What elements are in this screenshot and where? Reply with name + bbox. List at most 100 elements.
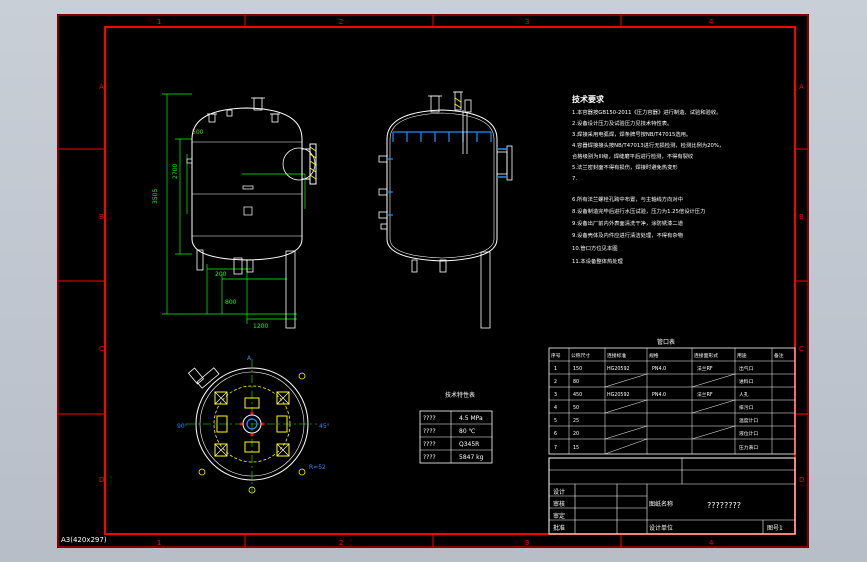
nozzle-table-diagonals <box>604 373 736 455</box>
nozzle-header-standard: 连接标准 <box>607 352 626 359</box>
nozzle-row2-no: 2 <box>554 379 557 385</box>
spec-value-temperature: 80 ℃ <box>459 428 476 435</box>
section-view[interactable] <box>378 91 513 329</box>
dim-shell-height: 2700 <box>172 164 179 179</box>
spec-label-temperature: ???? <box>423 428 436 435</box>
title-check-label: 图纸名称 <box>649 500 673 508</box>
dim-bottom-b: 800 <box>225 299 237 306</box>
nozzle-header-no: 序号 <box>551 352 561 359</box>
nozzle-row4-use: 排污口 <box>739 404 754 411</box>
nozzle-header-size: 公称尺寸 <box>571 352 590 359</box>
note-line-10: 9.设备出厂前内外表面清洗干净，涂防锈漆二道 <box>572 219 684 227</box>
front-manhole[interactable] <box>282 143 317 185</box>
plan-centerlines <box>187 359 317 492</box>
title-block-grid <box>549 458 795 534</box>
note-line-9: 8.设备制造完毕后进行水压试验，压力为1.25倍设计压力 <box>572 207 705 215</box>
nozzle-header-face: 连接面形式 <box>694 352 718 359</box>
col-label-4: 4 <box>709 18 714 26</box>
row-label-d: D <box>99 476 104 484</box>
dim-lower: 200 <box>215 271 227 278</box>
title-role-approve: 审定 <box>553 512 565 520</box>
spec-table-title: 技术特性表 <box>445 391 475 399</box>
nozzle-header-use: 用途 <box>737 352 747 359</box>
nozzle-row7-no: 7 <box>554 445 557 451</box>
plan-nozzle-tag: A <box>247 355 252 362</box>
nozzle-row3-use: 人孔 <box>739 391 749 398</box>
nozzle-row2-size: 80 <box>573 379 579 385</box>
title-role-sign: 批准 <box>553 524 565 532</box>
section-top-hatch <box>454 97 462 109</box>
note-line-7: 7. <box>572 176 577 182</box>
row-label-a-right: A <box>799 83 804 91</box>
nozzle-row6-size: 20 <box>573 431 579 437</box>
note-line-13: 11.本设备整体热处理 <box>572 257 624 265</box>
nozzle-row3-face: 法兰RF <box>697 391 713 398</box>
col-label-2-bottom: 2 <box>339 539 343 547</box>
plan-radius-label: R=52 <box>309 464 326 471</box>
spec-value-pressure: 4.5 MPa <box>459 415 483 422</box>
nozzle-row1-use: 出气口 <box>739 365 754 372</box>
note-line-6: 5.法兰密封面不得有损伤，焊接时避免热变形 <box>572 163 678 171</box>
nozzle-row1-spec: PN4.0 <box>652 366 666 372</box>
title-block[interactable]: 设计 审核 审定 批准 图纸名称 设计单位 ???????? 图号1 <box>548 457 796 535</box>
spec-value-weight: 5847 kg <box>459 454 484 461</box>
notes-title: 技术要求 <box>572 94 605 104</box>
section-left-fittings <box>378 155 388 230</box>
nozzle-row1-face: 法兰RF <box>697 365 713 372</box>
nozzle-row1-size: 150 <box>573 366 582 372</box>
section-top-head-inner <box>389 112 495 140</box>
note-line-5: 合格级别为III级，焊缝磨平后进行检测，不得有裂纹 <box>572 152 694 160</box>
section-bottom-head-inner <box>389 238 495 259</box>
spec-label-pressure: ???? <box>423 415 436 422</box>
nozzle-table-title: 管口表 <box>657 338 675 346</box>
col-label-3: 3 <box>525 18 529 26</box>
grid-ticks <box>58 15 808 547</box>
nozzle-row6-use: 液位计口 <box>739 430 758 437</box>
col-label-1-bottom: 1 <box>157 539 161 547</box>
section-side-nozzle <box>496 145 513 181</box>
nozzle-row4-size: 50 <box>573 405 579 411</box>
technical-notes: 技术要求 1.本容器按GB150-2011《压力容器》进行制造、试验和验收。 2… <box>572 94 724 265</box>
plan-view[interactable]: R=52 90° 45° A <box>177 355 330 494</box>
col-label-4-bottom: 4 <box>709 539 714 547</box>
row-label-d-right: D <box>799 476 804 484</box>
col-label-2: 2 <box>339 18 343 26</box>
front-top-head <box>191 107 303 140</box>
outer-frame <box>57 14 809 548</box>
row-label-a: A <box>99 83 104 91</box>
front-view[interactable]: 3505 2700 500 200 1200 800 <box>152 93 317 330</box>
nozzle-table-border <box>548 347 796 455</box>
dim-bottom-a: 1200 <box>253 323 268 330</box>
section-side-nozzle-blue <box>497 148 507 178</box>
note-line-12: 10.管口方位见本图 <box>572 244 618 252</box>
spec-table[interactable]: 技术特性表 ???? 4.5 MPa ???? 80 ℃ ???? Q345R … <box>419 391 493 464</box>
front-side-nozzles <box>186 158 254 216</box>
nozzle-row3-size: 450 <box>573 392 582 398</box>
nozzle-row3-spec: PN4.0 <box>652 392 666 398</box>
nozzle-row5-use: 温度计口 <box>739 417 758 424</box>
drawing-sheet: 1 2 3 4 1 2 3 4 A B C D A B C D A3(420x2… <box>57 14 809 548</box>
section-top-nozzles <box>428 91 472 154</box>
section-support-legs <box>411 251 491 329</box>
row-label-b-right: B <box>799 213 804 221</box>
cad-viewport[interactable]: 1 2 3 4 1 2 3 4 A B C D A B C D A3(420x2… <box>0 0 867 562</box>
drawing-title: ???????? <box>707 501 741 510</box>
front-dimension-lines <box>162 93 306 324</box>
nozzle-header-note: 备注 <box>774 352 784 359</box>
plan-manhole <box>187 367 220 389</box>
nozzle-table[interactable]: 管口表 序号 公称尺寸 连接标准 规格 连接面形式 用途 备注 1 150 HG… <box>548 338 796 455</box>
drawing-canvas[interactable]: 1 2 3 4 1 2 3 4 A B C D A B C D A3(420x2… <box>57 14 809 548</box>
front-support-legs <box>196 249 296 329</box>
note-line-8: 6.所有法兰螺栓孔跨中布置，与主轴线方向对中 <box>572 195 683 203</box>
nozzle-row6-no: 6 <box>554 431 557 437</box>
note-line-11: 9.设备壳体及内件应进行清洁处理，不得有杂物 <box>572 231 684 239</box>
front-bottom-head <box>191 238 303 261</box>
title-company: 设计单位 <box>649 524 673 532</box>
nozzle-row3-no: 3 <box>554 392 557 398</box>
manhole-neck <box>301 148 311 180</box>
nozzle-header-spec: 规格 <box>649 352 659 359</box>
nozzle-row1-no: 1 <box>554 366 557 372</box>
title-role-review: 审核 <box>553 500 565 508</box>
nozzle-table-grid <box>549 348 795 454</box>
plan-angle2-label: 45° <box>319 423 330 430</box>
